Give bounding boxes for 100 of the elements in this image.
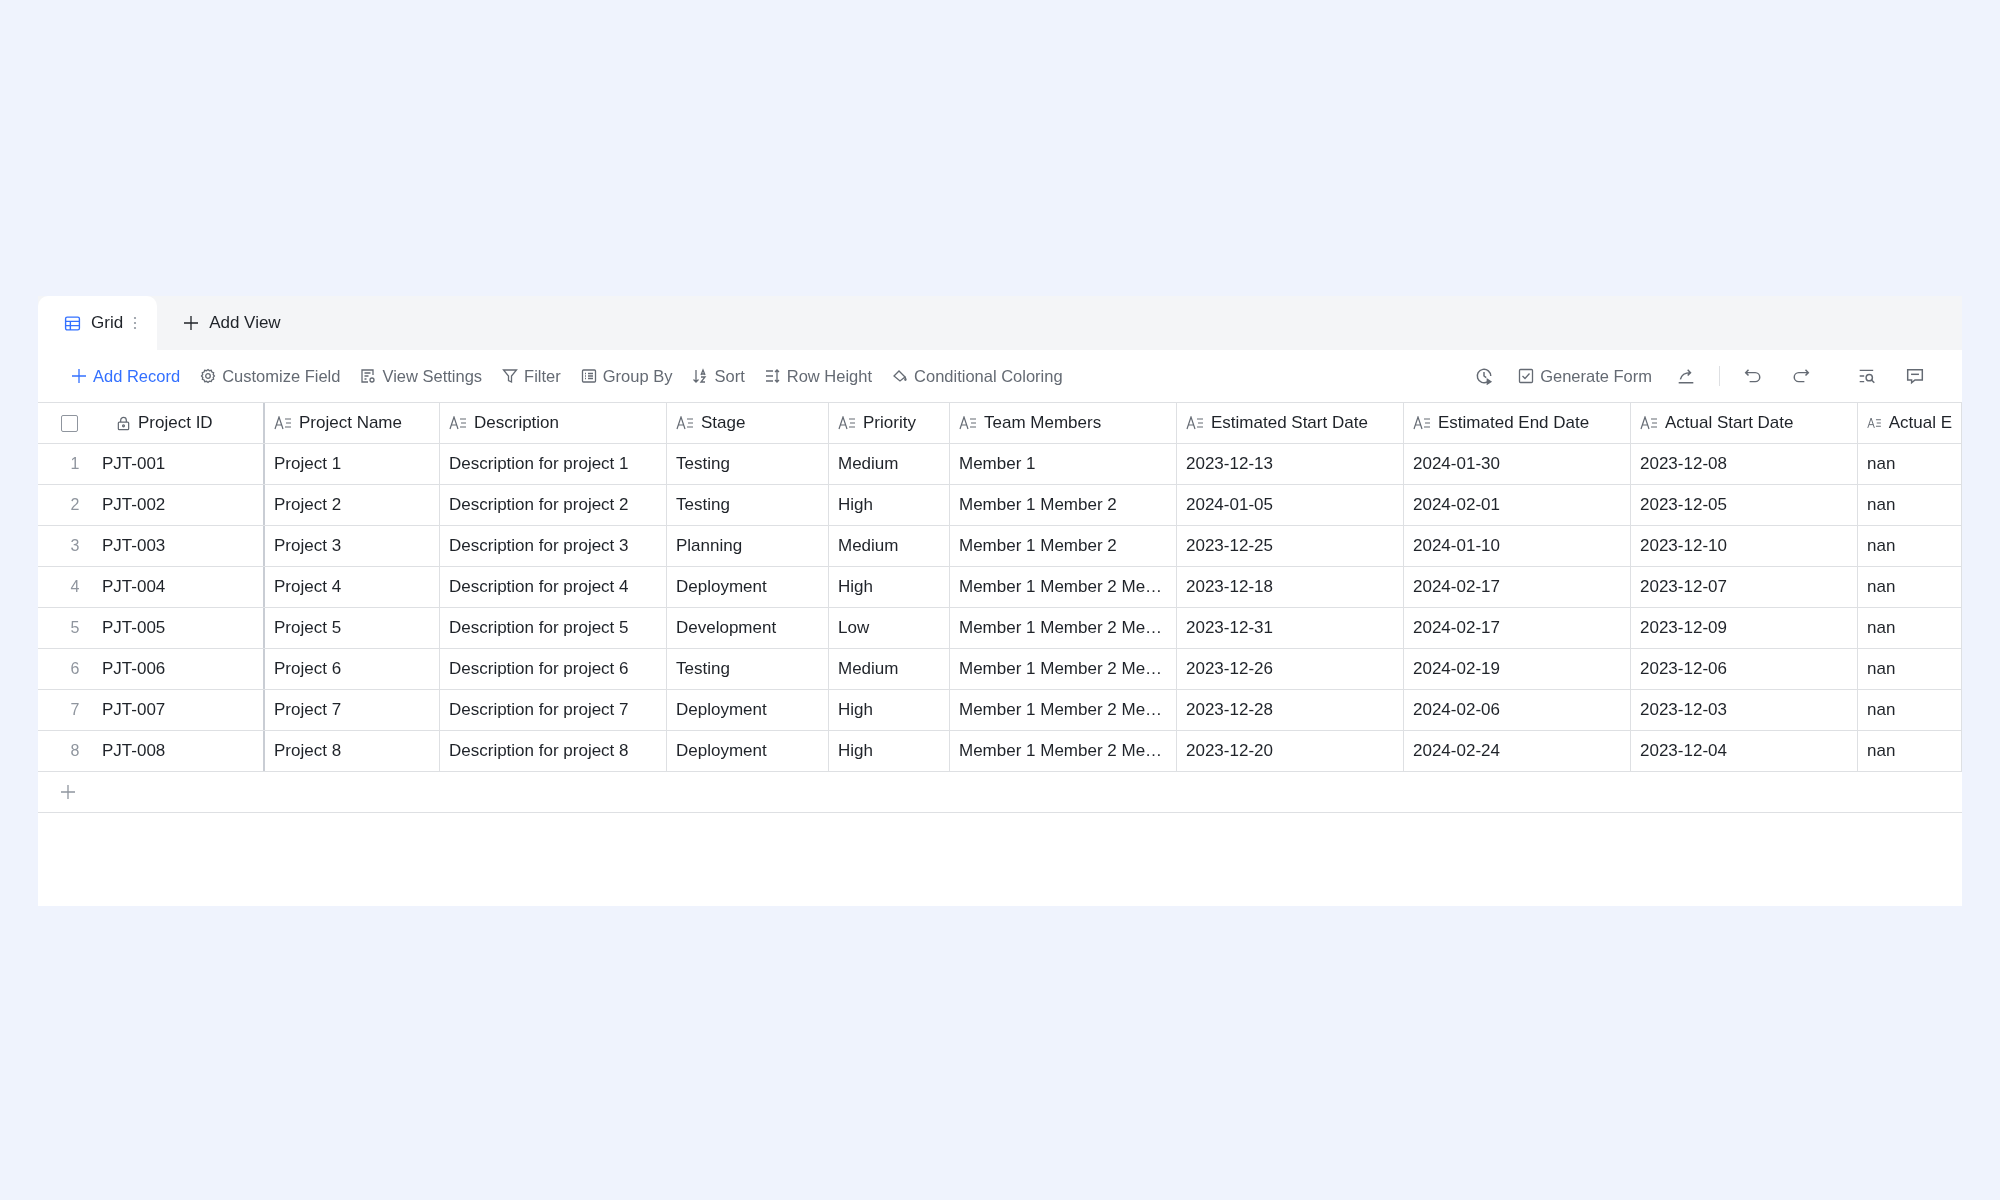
table-cell: Low <box>838 618 870 638</box>
table-cell: 2023-12-08 <box>1640 454 1727 474</box>
table-cell: nan <box>1867 700 1896 720</box>
lock-icon <box>116 415 131 431</box>
row-number: 3 <box>70 537 80 555</box>
table-cell: Project 7 <box>274 700 342 720</box>
table-cell: Description for project 8 <box>449 741 629 761</box>
plus-icon <box>183 315 200 331</box>
table-cell: 2023-12-09 <box>1640 618 1727 638</box>
table-cell: 2023-12-06 <box>1640 659 1727 679</box>
table-cell: Deployment <box>676 577 767 597</box>
table-cell: PJT-004 <box>102 577 166 597</box>
column-header[interactable]: Team Members <box>950 403 1177 443</box>
table-cell: Member 1 Member 2 <box>959 536 1117 556</box>
table-cell: Member 1 Member 2 Me… <box>959 700 1163 720</box>
row-number: 5 <box>70 619 80 637</box>
column-header[interactable]: Project ID <box>102 403 265 443</box>
table-cell: 2024-02-17 <box>1413 618 1500 638</box>
table-cell: 2024-01-10 <box>1413 536 1500 556</box>
table-cell: 2023-12-26 <box>1186 659 1273 679</box>
text-field-icon <box>959 416 977 430</box>
column-header[interactable]: Project Name <box>265 403 440 443</box>
text-field-icon <box>449 416 467 430</box>
select-all-checkbox[interactable] <box>60 414 78 432</box>
table-cell: PJT-006 <box>102 659 166 679</box>
search-icon[interactable] <box>1858 367 1876 385</box>
generate-form-button[interactable]: Generate Form <box>1511 362 1659 390</box>
table-cell: Member 1 Member 2 Me… <box>959 577 1163 597</box>
table-cell: PJT-002 <box>102 495 166 515</box>
table-cell: Description for project 1 <box>449 454 629 474</box>
share-icon[interactable] <box>1677 367 1695 385</box>
redo-icon[interactable] <box>1792 367 1810 385</box>
column-header[interactable]: Estimated End Date <box>1404 403 1631 443</box>
table-cell: PJT-003 <box>102 536 166 556</box>
undo-icon[interactable] <box>1744 367 1762 385</box>
row-number: 7 <box>70 701 80 719</box>
column-header[interactable]: Actual E <box>1858 403 1962 443</box>
table-cell: nan <box>1867 577 1896 597</box>
text-field-icon <box>676 416 694 430</box>
text-field-icon <box>1640 416 1658 430</box>
settings-sheet-icon <box>360 368 377 384</box>
table-cell: Deployment <box>676 700 767 720</box>
table-cell: Project 2 <box>274 495 342 515</box>
table-cell: 2023-12-28 <box>1186 700 1273 720</box>
row-number: 4 <box>70 578 80 596</box>
table-cell: Description for project 6 <box>449 659 629 679</box>
table-cell: nan <box>1867 659 1896 679</box>
checked-form-icon <box>1518 368 1535 384</box>
grid-tab[interactable]: Grid <box>38 296 158 350</box>
table-cell: Project 1 <box>274 454 342 474</box>
row-number: 6 <box>70 660 80 678</box>
table-cell: Project 8 <box>274 741 342 761</box>
table-cell: Description for project 7 <box>449 700 629 720</box>
column-header[interactable]: Estimated Start Date <box>1177 403 1404 443</box>
text-field-icon <box>274 416 292 430</box>
comment-icon[interactable] <box>1906 367 1924 385</box>
toolbar-button[interactable]: Filter <box>495 362 568 390</box>
column-header[interactable]: Priority <box>829 403 950 443</box>
text-field-icon <box>1867 416 1882 430</box>
table-cell: Development <box>676 618 777 638</box>
column-header[interactable]: Stage <box>667 403 829 443</box>
table-cell: High <box>838 577 873 597</box>
table-cell: Description for project 4 <box>449 577 629 597</box>
table-cell: Project 6 <box>274 659 342 679</box>
table-icon <box>64 314 81 332</box>
table-cell: Member 1 <box>959 454 1036 474</box>
table-cell: PJT-007 <box>102 700 166 720</box>
table-cell: Member 1 Member 2 Me… <box>959 659 1163 679</box>
gear-icon <box>200 368 217 384</box>
row-height-icon <box>764 368 781 384</box>
table-cell: 2023-12-07 <box>1640 577 1727 597</box>
table-cell: Description for project 3 <box>449 536 629 556</box>
table-cell: PJT-008 <box>102 741 166 761</box>
toolbar-button[interactable]: Group By <box>573 362 680 390</box>
table-cell: Medium <box>838 536 899 556</box>
toolbar-button[interactable]: Sort <box>685 362 752 390</box>
table-cell: 2024-01-30 <box>1413 454 1500 474</box>
table-cell: Medium <box>838 659 899 679</box>
column-header[interactable]: Description <box>440 403 667 443</box>
table-cell: 2023-12-10 <box>1640 536 1727 556</box>
table-cell: Medium <box>838 454 899 474</box>
toolbar-button[interactable]: Customize Field <box>193 362 348 390</box>
history-icon[interactable] <box>1475 367 1494 385</box>
table-cell: nan <box>1867 741 1896 761</box>
table-cell: Testing <box>676 659 730 679</box>
table-cell: Description for project 2 <box>449 495 629 515</box>
toolbar-button[interactable]: Conditional Coloring <box>885 362 1070 390</box>
table-cell: 2023-12-31 <box>1186 618 1273 638</box>
sort-icon <box>692 368 709 384</box>
toolbar-button[interactable]: Row Height <box>757 362 880 390</box>
table-cell: PJT-005 <box>102 618 166 638</box>
toolbar-button[interactable]: Add Record <box>64 362 188 390</box>
toolbar-button[interactable]: View Settings <box>353 362 490 390</box>
table-cell: 2024-02-17 <box>1413 577 1500 597</box>
table-cell: Testing <box>676 495 730 515</box>
table-cell: 2024-02-06 <box>1413 700 1500 720</box>
table-cell: High <box>838 700 873 720</box>
add-view-tab[interactable]: Add View <box>157 296 307 350</box>
column-header[interactable]: Actual Start Date <box>1631 403 1858 443</box>
table-cell: Deployment <box>676 741 767 761</box>
